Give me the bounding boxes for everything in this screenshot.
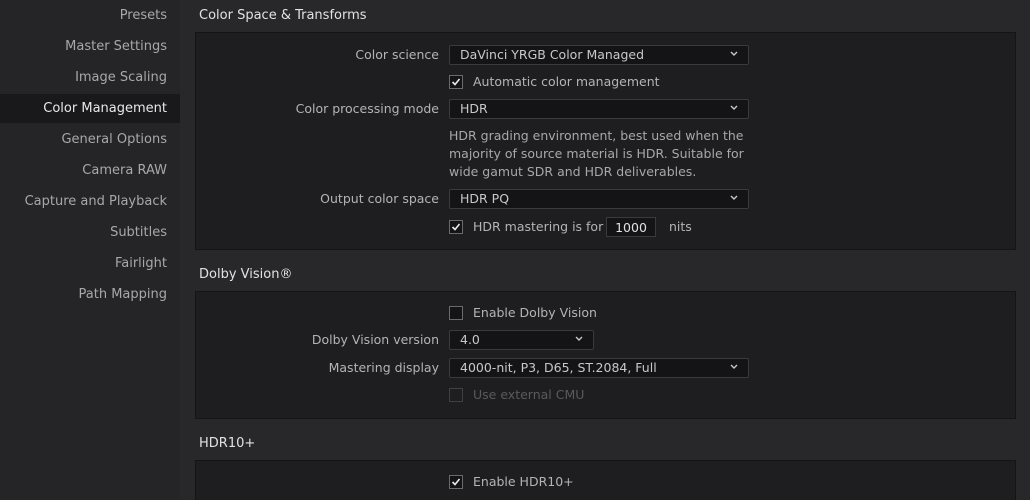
checkmark-icon: [451, 78, 461, 86]
sidebar-item-general-options[interactable]: General Options: [0, 125, 180, 154]
sidebar-item-image-scaling[interactable]: Image Scaling: [0, 63, 180, 92]
sidebar-item-master-settings[interactable]: Master Settings: [0, 32, 180, 61]
enable-hdr10plus-label: Enable HDR10+: [473, 474, 574, 489]
sidebar-item-color-management[interactable]: Color Management: [0, 94, 180, 123]
use-external-cmu-checkbox[interactable]: [449, 388, 463, 402]
sidebar-item-capture-and-playback[interactable]: Capture and Playback: [0, 187, 180, 216]
project-settings-window: Presets Master Settings Image Scaling Co…: [0, 0, 1030, 500]
sidebar-item-fairlight[interactable]: Fairlight: [0, 249, 180, 278]
hdr-mastering-nits-input[interactable]: [606, 217, 656, 237]
dolby-vision-panel: [195, 291, 1016, 419]
color-science-dropdown[interactable]: DaVinci YRGB Color Managed: [449, 45, 749, 65]
checkmark-icon: [451, 478, 461, 486]
dolby-vision-version-label: Dolby Vision version: [311, 332, 439, 347]
color-science-label: Color science: [355, 47, 439, 62]
hdr-mastering-checkbox[interactable]: [449, 220, 463, 234]
enable-dolby-vision-checkbox[interactable]: [449, 306, 463, 320]
processing-mode-description: HDR grading environment, best used when …: [449, 127, 749, 181]
settings-sidebar: Presets Master Settings Image Scaling Co…: [0, 0, 180, 500]
color-science-value: DaVinci YRGB Color Managed: [460, 47, 645, 62]
sidebar-item-camera-raw[interactable]: Camera RAW: [0, 156, 180, 185]
hdr10plus-panel: [195, 460, 1016, 500]
sidebar-item-presets[interactable]: Presets: [0, 1, 180, 30]
sidebar-item-subtitles[interactable]: Subtitles: [0, 218, 180, 247]
nits-unit-label: nits: [669, 219, 692, 234]
output-color-space-dropdown[interactable]: HDR PQ: [449, 189, 749, 209]
mastering-display-dropdown[interactable]: 4000-nit, P3, D65, ST.2084, Full: [449, 358, 749, 378]
mastering-display-value: 4000-nit, P3, D65, ST.2084, Full: [460, 360, 657, 375]
dolby-vision-version-dropdown[interactable]: 4.0: [449, 330, 594, 350]
use-external-cmu-label: Use external CMU: [473, 387, 585, 402]
chevron-down-icon: [730, 105, 738, 110]
dolby-vision-version-value: 4.0: [460, 332, 480, 347]
sidebar-item-path-mapping[interactable]: Path Mapping: [0, 280, 180, 309]
description-line: wide gamut SDR and HDR deliverables.: [449, 164, 697, 179]
color-processing-mode-dropdown[interactable]: HDR: [449, 99, 749, 119]
color-processing-mode-label: Color processing mode: [295, 101, 439, 116]
chevron-down-icon: [730, 364, 738, 369]
chevron-down-icon: [575, 336, 583, 341]
auto-color-management-checkbox[interactable]: [449, 75, 463, 89]
chevron-down-icon: [730, 195, 738, 200]
description-line: majority of source material is HDR. Suit…: [449, 146, 744, 161]
mastering-display-label: Mastering display: [328, 360, 439, 375]
section-title-dolby-vision: Dolby Vision®: [199, 267, 293, 282]
description-line: HDR grading environment, best used when …: [449, 128, 744, 143]
section-title-hdr10plus: HDR10+: [199, 436, 256, 451]
enable-dolby-vision-label: Enable Dolby Vision: [473, 305, 597, 320]
output-color-space-value: HDR PQ: [460, 191, 510, 206]
checkmark-icon: [451, 223, 461, 231]
chevron-down-icon: [730, 51, 738, 56]
section-title-color-space: Color Space & Transforms: [199, 8, 367, 23]
enable-hdr10plus-checkbox[interactable]: [449, 475, 463, 489]
auto-color-management-label: Automatic color management: [473, 74, 660, 89]
color-processing-mode-value: HDR: [460, 101, 488, 116]
output-color-space-label: Output color space: [320, 191, 439, 206]
hdr-mastering-label: HDR mastering is for: [473, 219, 604, 234]
